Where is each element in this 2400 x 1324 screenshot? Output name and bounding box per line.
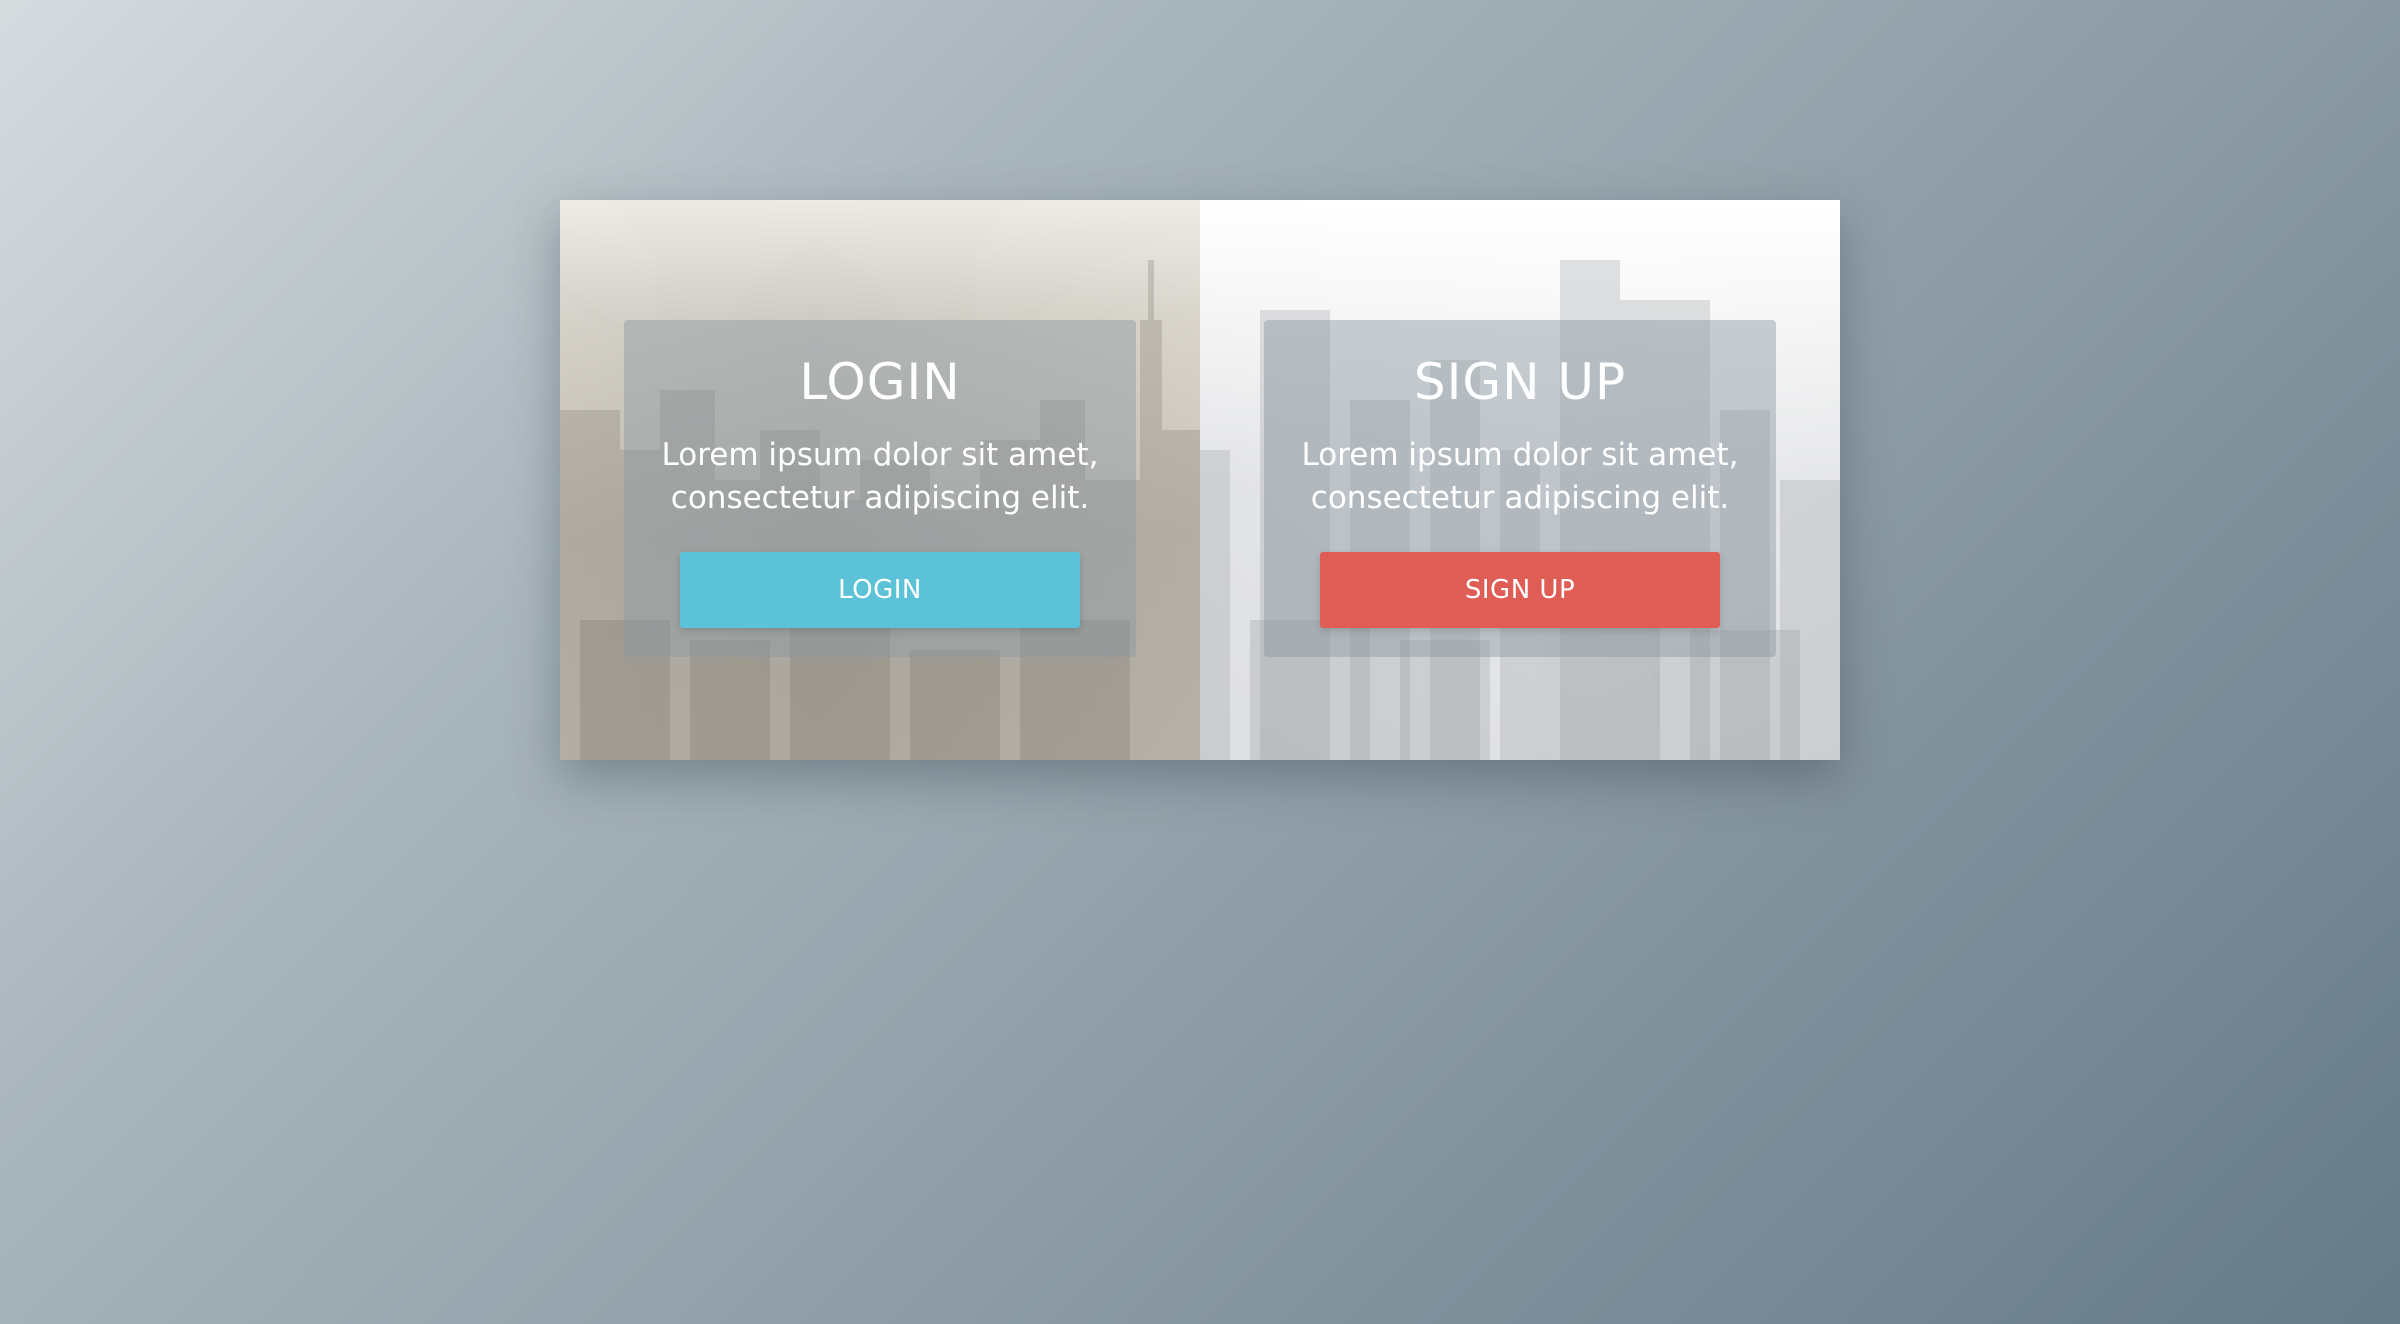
login-title: LOGIN <box>799 353 961 411</box>
login-section: LOGIN Lorem ipsum dolor sit amet, consec… <box>560 200 1200 760</box>
signup-card: SIGN UP Lorem ipsum dolor sit amet, cons… <box>1264 320 1776 657</box>
signup-description: Lorem ipsum dolor sit amet, consectetur … <box>1301 437 1739 516</box>
signup-title: SIGN UP <box>1413 353 1627 411</box>
login-button[interactable]: LOGIN <box>680 552 1080 628</box>
signup-section: SIGN UP Lorem ipsum dolor sit amet, cons… <box>1200 200 1840 760</box>
login-card: LOGIN Lorem ipsum dolor sit amet, consec… <box>624 320 1136 657</box>
login-description: Lorem ipsum dolor sit amet, consectetur … <box>661 437 1099 516</box>
auth-panel: LOGIN Lorem ipsum dolor sit amet, consec… <box>560 200 1840 760</box>
signup-button[interactable]: SIGN UP <box>1320 552 1720 628</box>
